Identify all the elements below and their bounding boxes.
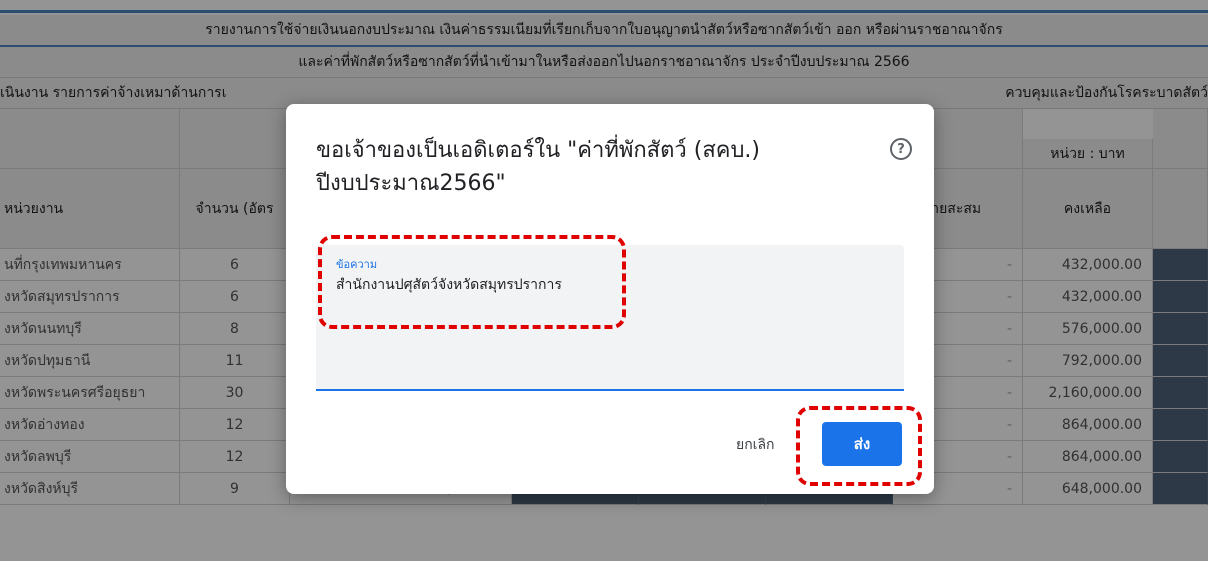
message-field-label: ข้อความ xyxy=(336,258,378,271)
dialog-title: ขอเจ้าของเป็นเอดิเตอร์ใน "ค่าที่พักสัตว์… xyxy=(316,138,761,196)
message-field[interactable]: ข้อความ สำนักงานปศุสัตว์จังหวัดสมุทรปราก… xyxy=(316,245,904,391)
message-field-value[interactable]: สำนักงานปศุสัตว์จังหวัดสมุทรปราการ xyxy=(336,274,562,296)
cancel-button[interactable]: ยกเลิก xyxy=(736,434,775,456)
request-edit-access-dialog: ขอเจ้าของเป็นเอดิเตอร์ใน "ค่าที่พักสัตว์… xyxy=(286,104,934,494)
help-circle-icon[interactable]: ? xyxy=(890,138,912,160)
send-button[interactable]: ส่ง xyxy=(822,422,902,466)
